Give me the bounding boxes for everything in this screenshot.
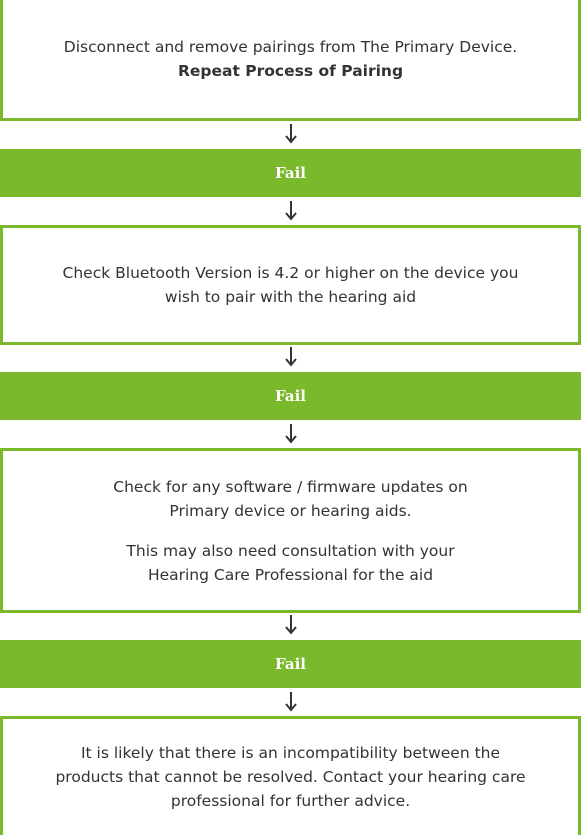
step-text: It is likely that there is an incompatib… bbox=[80, 744, 501, 762]
step-box-updates: Check for any software / firmware update… bbox=[0, 448, 581, 613]
step-box-bluetooth-version: Check Bluetooth Version is 4.2 or higher… bbox=[0, 225, 581, 345]
step-box-incompatibility: It is likely that there is an incompatib… bbox=[0, 716, 581, 835]
fail-label: Fail bbox=[275, 164, 306, 182]
step-text: Check Bluetooth Version is 4.2 or higher… bbox=[62, 264, 519, 282]
down-arrow-icon bbox=[285, 424, 297, 444]
down-arrow-icon bbox=[285, 347, 297, 367]
step-text: This may also need consultation with you… bbox=[126, 541, 455, 560]
fail-label: Fail bbox=[275, 655, 306, 673]
step-text: Disconnect and remove pairings from The … bbox=[63, 38, 518, 56]
fail-label: Fail bbox=[275, 387, 306, 405]
fail-bar: Fail bbox=[0, 372, 581, 420]
step-text: Primary device or hearing aids. bbox=[169, 501, 412, 520]
step-emphasis: Repeat Process of Pairing bbox=[177, 62, 404, 80]
fail-bar: Fail bbox=[0, 149, 581, 197]
step-text: Check for any software / firmware update… bbox=[113, 477, 468, 496]
down-arrow-icon bbox=[285, 201, 297, 221]
step-text: wish to pair with the hearing aid bbox=[164, 288, 417, 306]
step-text: products that cannot be resolved. Contac… bbox=[55, 768, 526, 786]
down-arrow-icon bbox=[285, 615, 297, 635]
step-box-disconnect: Disconnect and remove pairings from The … bbox=[0, 0, 581, 121]
fail-bar: Fail bbox=[0, 640, 581, 688]
step-text: Hearing Care Professional for the aid bbox=[147, 565, 434, 584]
down-arrow-icon bbox=[285, 124, 297, 144]
down-arrow-icon bbox=[285, 692, 297, 712]
step-text: professional for further advice. bbox=[170, 792, 411, 810]
